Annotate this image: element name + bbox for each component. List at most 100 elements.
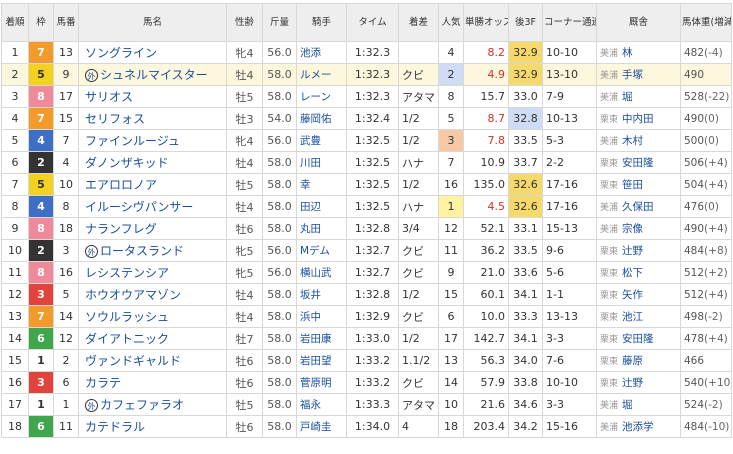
header-finish[interactable]: 着順 [1,3,29,42]
body-weight-value: 506 [684,156,705,169]
time-cell: 1:32.7 [346,261,399,284]
weight-cell: 56.0 [262,239,297,262]
trainer-cell: 美浦堀 [596,85,681,108]
header-trainer[interactable]: 厩舎 [596,3,681,42]
popularity-cell: 5 [438,107,464,130]
trainer-link[interactable]: 池添学 [622,421,654,433]
trainer-link[interactable]: 矢作 [622,289,643,301]
umaban-cell: 14 [53,305,79,328]
trainer-link[interactable]: 中内田 [622,113,654,125]
header-margin[interactable]: 着差 [398,3,439,42]
horse-name-link[interactable]: ソングライン [78,41,227,64]
horse-name-link[interactable]: カテドラル [78,415,227,438]
waku-cell: 7 [28,305,54,328]
trainer-link[interactable]: 池江 [622,311,643,323]
jockey-link[interactable]: 福永 [296,393,347,416]
horse-name-link[interactable]: ヴァンドギャルド [78,349,227,372]
jockey-link[interactable]: 菅原明 [296,371,347,394]
horse-name-link[interactable]: ホウオウアマゾン [78,283,227,306]
horse-name-link[interactable]: エアロロノア [78,173,227,196]
trainer-cell: 美浦林 [596,41,681,64]
header-horse[interactable]: 馬名 [78,3,227,42]
table-row: 4 7 15 セリフォス 牡3 54.0 藤岡佑 1:32.4 1/2 5 8.7 32.8 10-13… [1,107,732,130]
table-row: 2 5 9 外シュネルマイスター 牡4 58.0 ルメー 1:32.3 クビ 2 4.9 32.9 13… [1,63,732,86]
trainer-link[interactable]: 手塚 [622,69,643,81]
body-weight-value: 500 [684,134,705,147]
horse-name-link[interactable]: 外ロータスランド [78,239,227,262]
jockey-link[interactable]: 丸田 [296,217,347,240]
last3f-cell: 33.6 [508,261,543,284]
last3f-cell: 34.1 [508,327,543,350]
jockey-link[interactable]: 藤岡佑 [296,107,347,130]
horse-name-text: ホウオウアマゾン [85,288,182,302]
trainer-link[interactable]: 松下 [622,267,643,279]
margin-cell: アタマ [398,393,439,416]
horse-name-link[interactable]: ダイアトニック [78,327,227,350]
horse-name-link[interactable]: カラテ [78,371,227,394]
jockey-link[interactable]: レーン [296,85,347,108]
trainer-link[interactable]: 宗像 [622,223,643,235]
trainer-link[interactable]: 安田隆 [622,333,654,345]
finish-cell: 5 [1,129,29,152]
trainer-link[interactable]: 林 [622,47,633,59]
last3f-cell: 33.1 [508,217,543,240]
trainer-link[interactable]: 安田隆 [622,157,654,169]
header-jockey[interactable]: 騎手 [296,3,347,42]
jockey-link[interactable]: 幸 [296,173,347,196]
horse-name-link[interactable]: ナランフレグ [78,217,227,240]
trainer-link[interactable]: 笹田 [622,179,643,191]
time-cell: 1:32.5 [346,151,399,174]
header-last3f[interactable]: 後3F [508,3,543,42]
jockey-link[interactable]: 岩田康 [296,327,347,350]
horse-name-link[interactable]: サリオス [78,85,227,108]
jockey-link[interactable]: 戸崎圭 [296,415,347,438]
body-weight-cell: 490(0) [680,107,732,130]
body-weight-cell: 500(0) [680,129,732,152]
header-time[interactable]: タイム [346,3,399,42]
odds-cell: 7.8 [463,129,509,152]
trainer-cell: 栗東 池江 [596,305,681,328]
table-row: 3 8 17 サリオス 牡5 58.0 レーン 1:32.3 アタマ 8 15.7 33.0 7-9 美浦… [1,85,732,108]
horse-name-text: ダイアトニック [85,332,170,346]
jockey-link[interactable]: ルメー [296,63,347,86]
trainer-link[interactable]: 木村 [622,135,643,147]
header-sexage[interactable]: 性齢 [226,3,263,42]
time-cell: 1:32.3 [346,63,399,86]
jockey-link[interactable]: 横山武 [296,261,347,284]
jockey-link[interactable]: 坂井 [296,283,347,306]
header-odds[interactable]: 単勝オッズ [463,3,509,42]
corner-cell: 7-6 [542,349,597,372]
trainer-link[interactable]: 久保田 [622,201,654,213]
jockey-link[interactable]: 池添 [296,41,347,64]
time-cell: 1:33.0 [346,327,399,350]
horse-name-link[interactable]: ソウルラッシュ [78,305,227,328]
trainer-link[interactable]: 辻野 [622,377,643,389]
jockey-link[interactable]: 浜中 [296,305,347,328]
horse-name-link[interactable]: レシステンシア [78,261,227,284]
horse-name-link[interactable]: 外シュネルマイスター [78,63,227,86]
horse-name-link[interactable]: イルーシヴパンサー [78,195,227,218]
jockey-link[interactable]: Mデム [296,239,347,262]
header-corner[interactable]: コーナー通過順 [542,3,597,42]
trainer-cell: 栗東 安田隆 [596,151,681,174]
header-body-weight[interactable]: 馬体重(増減) [680,3,732,42]
header-umaban[interactable]: 馬番 [53,3,79,42]
jockey-link[interactable]: 武豊 [296,129,347,152]
horse-name-text: セリフォス [85,112,146,126]
header-popularity[interactable]: 人気 [438,3,464,42]
jockey-link[interactable]: 田辺 [296,195,347,218]
header-weight[interactable]: 斤量 [262,3,297,42]
trainer-link[interactable]: 藤原 [622,355,643,367]
jockey-link[interactable]: 岩田望 [296,349,347,372]
horse-name-link[interactable]: 外カフェファラオ [78,393,227,416]
trainer-link[interactable]: 堀 [622,399,633,411]
horse-name-link[interactable]: ダノンザキッド [78,151,227,174]
trainer-link[interactable]: 堀 [622,91,633,103]
umaban-cell: 5 [53,283,79,306]
trainer-link[interactable]: 辻野 [622,245,643,257]
time-cell: 1:32.3 [346,85,399,108]
horse-name-link[interactable]: ファインルージュ [78,129,227,152]
header-waku[interactable]: 枠 [28,3,54,42]
horse-name-link[interactable]: セリフォス [78,107,227,130]
jockey-link[interactable]: 川田 [296,151,347,174]
